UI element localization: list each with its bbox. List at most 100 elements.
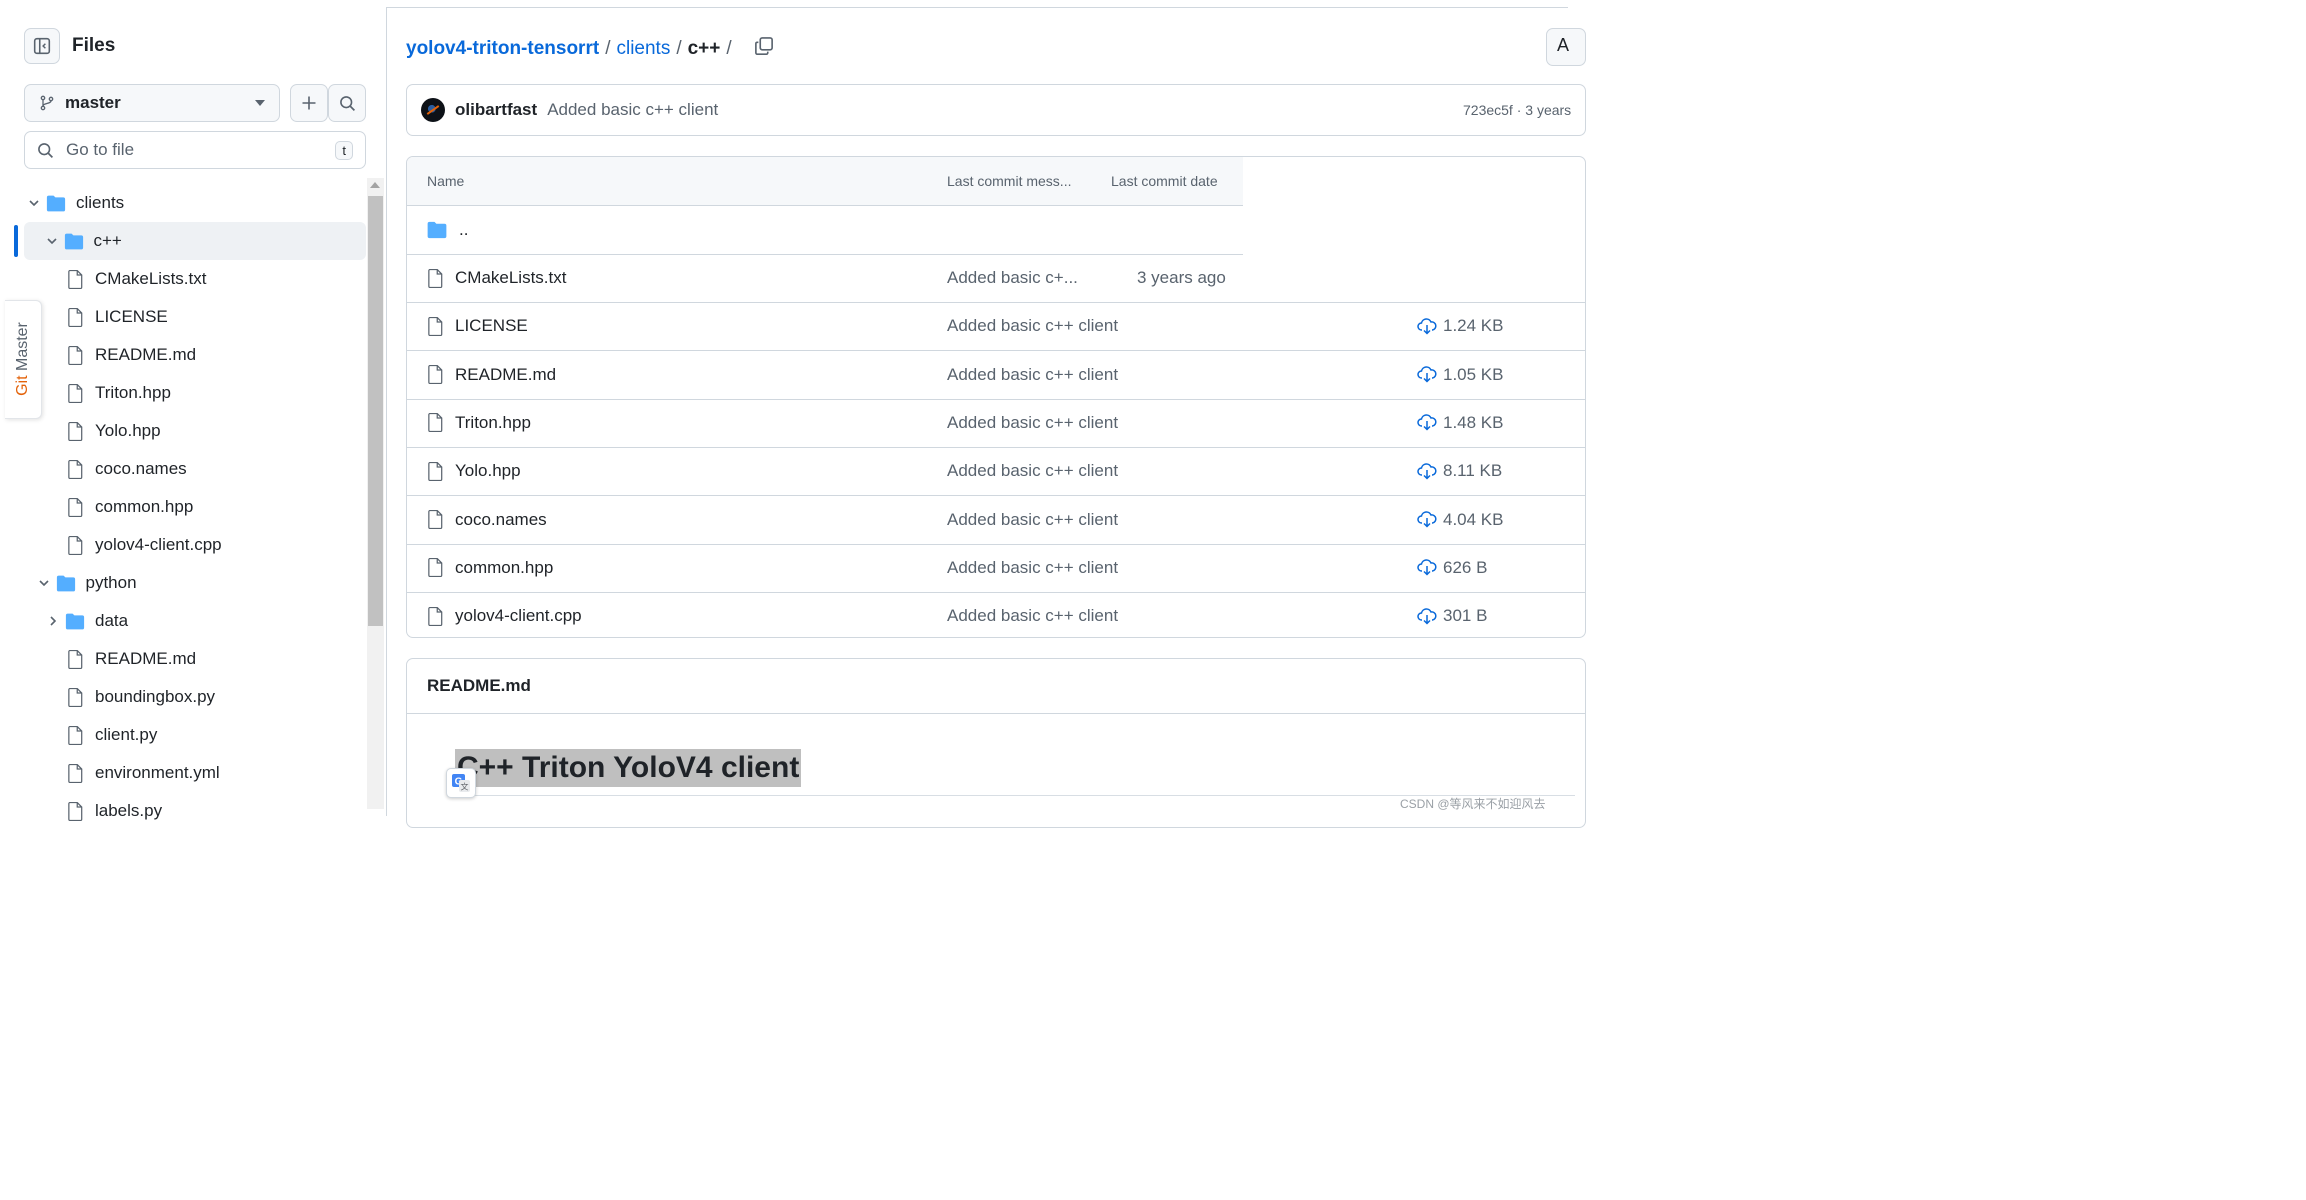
commit-message-link[interactable]: Added basic c++ client [947,544,1118,592]
tree-item[interactable]: README.md [0,640,366,678]
file-icon [428,316,443,336]
tree-item[interactable]: boundingbox.py [0,678,366,716]
expand-toggle[interactable] [26,197,42,209]
file-name-link[interactable]: coco.names [455,510,547,530]
tree-item[interactable]: Yolo.hpp [0,412,366,450]
tree-item-label: common.hpp [95,497,194,516]
tree-item[interactable]: LICENSE [0,298,366,336]
git-master-label: Git Master [14,322,31,396]
git-master-extension-tab[interactable]: Git Master [5,300,42,419]
expand-toggle[interactable] [44,235,60,247]
file-icon [68,345,83,365]
file-size-download[interactable]: 4.04 KB [1417,496,1504,544]
file-size-download[interactable]: 1.24 KB [1417,302,1504,350]
breadcrumb-separator: / [726,38,732,59]
sidebar-title: Files [72,35,116,56]
file-icon [428,268,443,288]
tree-item[interactable]: client.py [0,716,366,754]
commit-message-link[interactable]: Added basic c++ client [947,351,1118,399]
translate-extension-button[interactable]: G文 [446,768,476,798]
file-size-download[interactable]: 626 B [1417,544,1487,592]
commit-date: 3 years ago [1137,268,1226,287]
tree-item[interactable]: README.md [0,336,366,374]
file-icon-wrap [65,801,85,821]
chevron-down-icon [38,580,49,587]
file-size-download[interactable]: 301 B [1417,592,1487,637]
git-branch-icon [40,95,54,111]
file-name-link[interactable]: LICENSE [455,316,528,336]
file-size-download[interactable]: 1.05 KB [1417,351,1504,399]
file-icon-wrap [65,535,85,555]
tree-item[interactable]: data [0,602,366,640]
table-row[interactable]: CMakeLists.txt Added basic c+... 3 years a… [407,254,1585,303]
table-header: Name Last commit mess... Last commit dat… [407,157,1243,206]
tree-item[interactable]: labels.py [0,792,366,830]
file-size-download[interactable]: 8.11 KB [1417,447,1502,495]
svg-text:文: 文 [461,782,469,792]
tree-item[interactable]: environment.yml [0,754,366,792]
branch-selector[interactable]: master [24,84,280,122]
download-cloud-icon [1417,559,1437,576]
tree-item[interactable]: coco.names [0,450,366,488]
commit-message-link[interactable]: Added basic c++ client [947,592,1118,637]
commit-hash-and-age[interactable]: 723ec5f · 3 years [1463,102,1571,118]
search-icon [38,142,54,158]
tree-item[interactable]: clients [0,184,366,222]
file-icon [68,307,83,327]
copy-path-button[interactable] [754,36,774,62]
table-row[interactable]: common.hpp Added basic c++ client 626 B [407,544,1585,593]
commit-message-link[interactable]: Added basic c++ client [947,399,1118,447]
file-name-link[interactable]: CMakeLists.txt [455,268,566,288]
tree-item-label: CMakeLists.txt [95,269,207,288]
readme-heading: C++ Triton YoloV4 client [455,749,802,787]
sidebar-scrollbar-thumb[interactable] [368,196,383,626]
commit-message-link[interactable]: Added basic c+... [947,254,1078,302]
watermark: CSDN @等风来不如迎风去 [1400,797,1546,811]
file-size-download[interactable]: 1.48 KB [1417,399,1504,447]
file-name-link[interactable]: README.md [455,365,556,385]
file-table: Name Last commit mess... Last commit dat… [406,156,1586,638]
collapse-sidebar-button[interactable] [24,28,60,64]
expand-toggle[interactable] [45,615,61,627]
go-to-file-input[interactable] [64,139,336,161]
file-name-link[interactable]: Triton.hpp [455,413,531,433]
file-name-link[interactable]: yolov4-client.cpp [455,606,582,626]
tree-item[interactable]: Triton.hpp [0,374,366,412]
table-row[interactable]: Triton.hpp Added basic c++ client 1.48 KB [407,399,1585,448]
add-file-menu-button[interactable]: A [1546,28,1586,66]
tree-item-label: LICENSE [95,307,168,326]
table-row[interactable]: yolov4-client.cpp Added basic c++ client 3… [407,592,1585,637]
breadcrumb-clients-link[interactable]: clients [616,38,670,60]
breadcrumb-repo-link[interactable]: yolov4-triton-tensorrt [406,38,599,60]
tree-item-label: Triton.hpp [95,383,171,402]
file-size: 1.05 KB [1443,364,1504,384]
file-size: 8.11 KB [1443,461,1503,481]
go-to-file-field[interactable]: t [24,131,366,169]
tree-item[interactable]: python [0,564,366,602]
tree-item[interactable]: common.hpp [0,488,366,526]
plus-icon [302,96,316,110]
table-row[interactable]: LICENSE Added basic c++ client 1.24 KB [407,302,1585,352]
table-row[interactable]: README.md Added basic c++ client 1.05 KB [407,351,1585,400]
tree-item-label: data [95,611,129,630]
table-row[interactable]: Yolo.hpp Added basic c++ client 8.11 KB [407,447,1585,497]
file-name-link[interactable]: Yolo.hpp [455,461,521,481]
tree-item[interactable]: CMakeLists.txt [0,260,366,298]
table-row[interactable]: coco.names Added basic c++ client 4.04 KB [407,496,1585,545]
commit-message-link[interactable]: Added basic c++ client [947,302,1118,350]
commit-author[interactable]: olibartfast [455,100,537,120]
file-icon [428,413,443,433]
commit-message-link[interactable]: Added basic c++ client [947,447,1118,495]
parent-directory-row[interactable]: .. [407,206,1243,255]
file-name-link[interactable]: common.hpp [455,558,553,578]
scroll-up-arrow-icon[interactable] [370,182,380,188]
commit-message[interactable]: Added basic c++ client [547,100,718,120]
search-files-button[interactable] [328,84,366,122]
parent-directory-link[interactable]: .. [459,220,468,240]
add-file-button[interactable] [290,84,328,122]
tree-item[interactable]: yolov4-client.cpp [0,526,366,564]
expand-toggle[interactable] [36,577,52,589]
author-avatar[interactable] [421,98,445,122]
tree-item[interactable]: c++ [14,222,366,260]
commit-message-link[interactable]: Added basic c++ client [947,496,1118,544]
